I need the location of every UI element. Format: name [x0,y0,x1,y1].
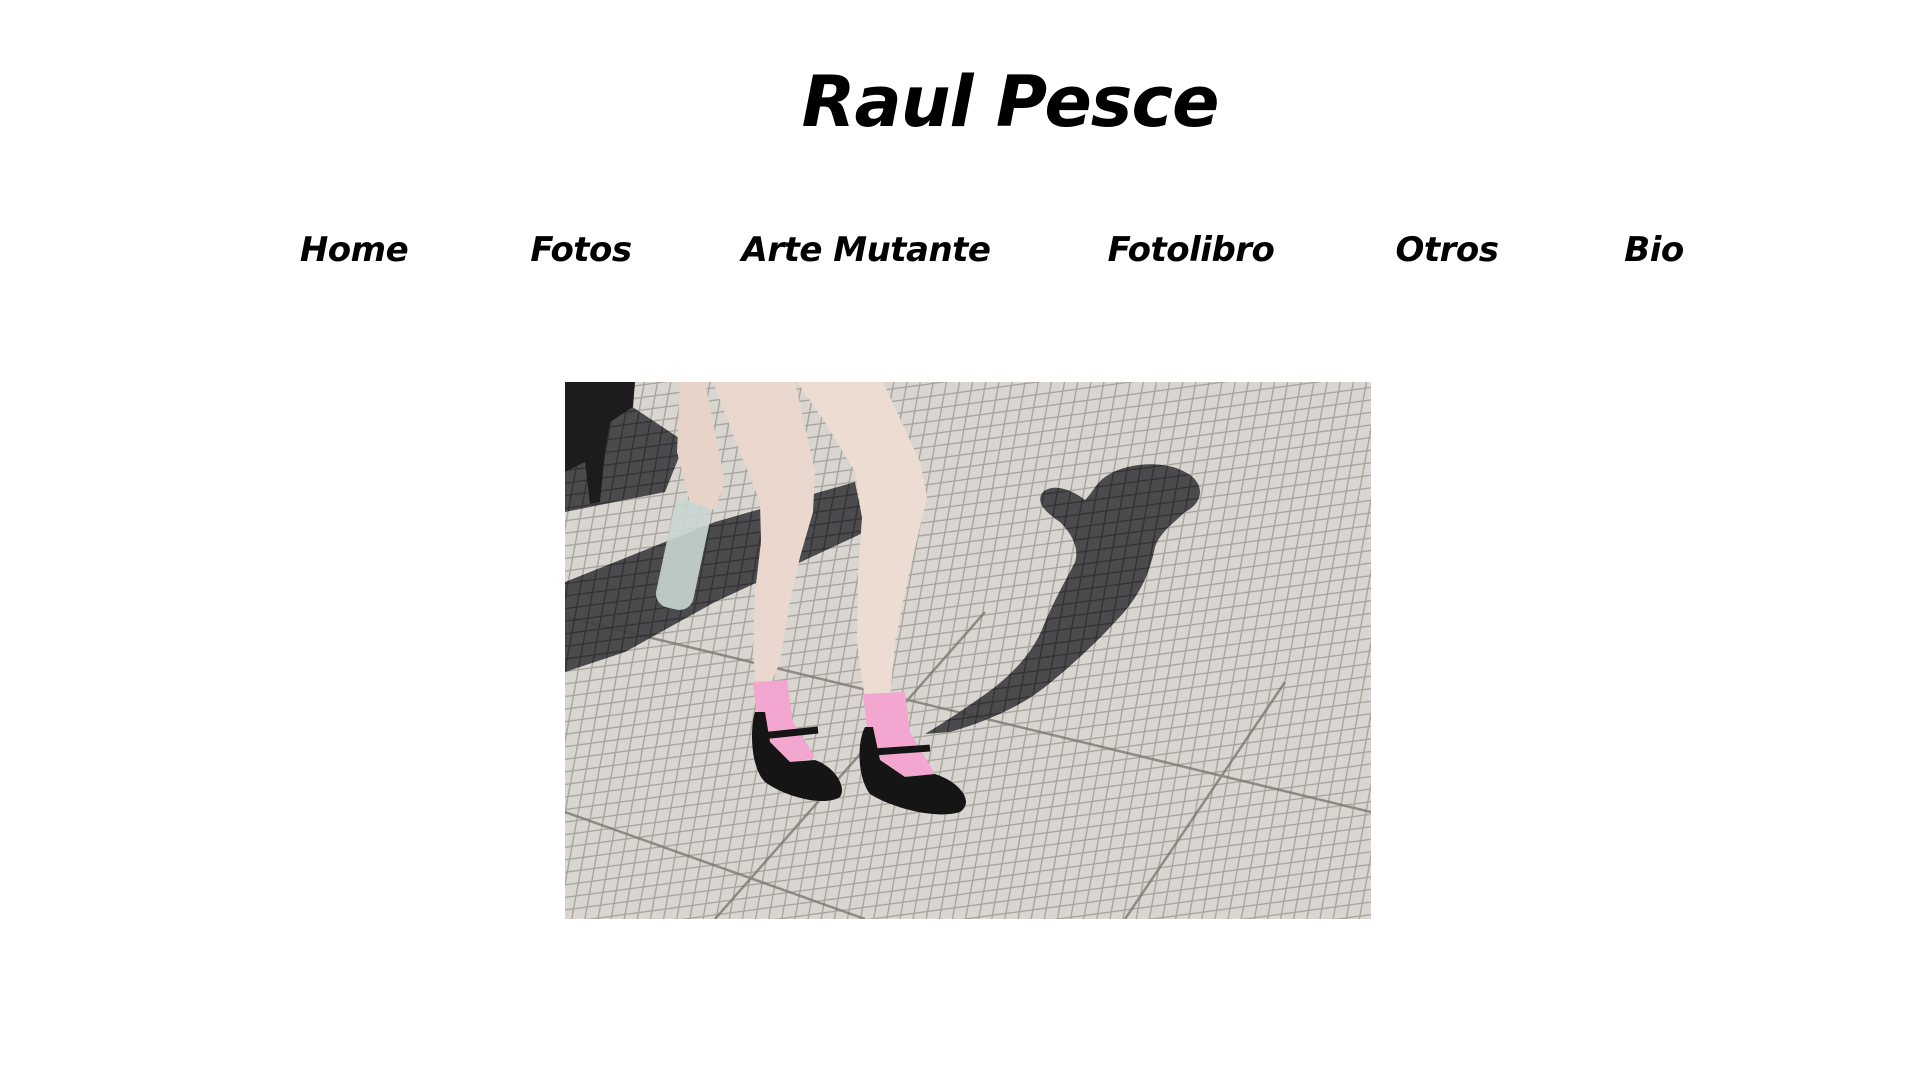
featured-photo[interactable] [565,382,1371,919]
nav-item-fotos[interactable]: Fotos [530,225,632,275]
site-title[interactable]: Raul Pesce [0,62,1920,142]
main-nav: Home Fotos Arte Mutante Fotolibro Otros … [0,225,1920,275]
nav-item-otros[interactable]: Otros [1395,225,1499,275]
nav-item-home[interactable]: Home [300,225,409,275]
nav-item-bio[interactable]: Bio [1624,225,1684,275]
nav-item-arte-mutante[interactable]: Arte Mutante [742,225,991,275]
photograph [565,382,1371,919]
nav-item-fotolibro[interactable]: Fotolibro [1108,225,1275,275]
